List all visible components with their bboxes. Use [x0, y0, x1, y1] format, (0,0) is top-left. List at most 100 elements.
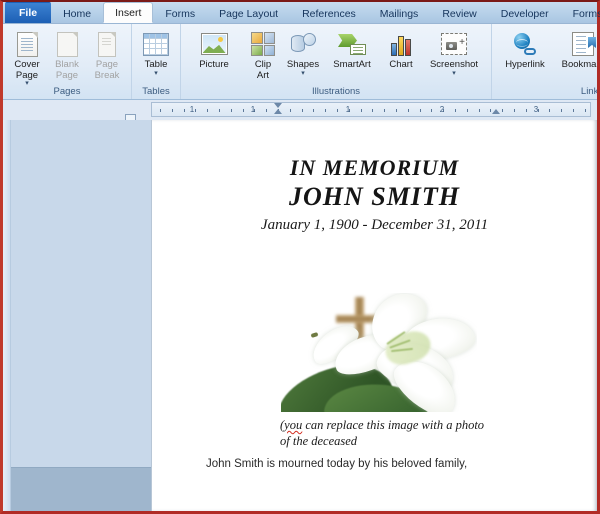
chevron-down-icon[interactable]: ▾ — [452, 70, 456, 77]
ruler-tick — [584, 109, 586, 112]
ruler-tick — [289, 109, 291, 112]
ruler-tick — [419, 109, 421, 112]
ruler-tick — [396, 109, 397, 112]
document-title-name: JOHN SMITH — [288, 182, 461, 211]
tab-forms[interactable]: Forms — [153, 3, 207, 23]
image-caption: (you can replace this image with a photo… — [280, 417, 490, 449]
ruler-tick — [160, 109, 161, 112]
blank-page-button[interactable]: Blank Page — [47, 27, 87, 81]
bookmark-icon — [572, 29, 596, 59]
caption-text: can replace this image with a photo of t… — [280, 418, 485, 448]
tab-page-layout[interactable]: Page Layout — [207, 3, 290, 23]
ruler-area: 1 1 1 2 3 4 — [3, 100, 597, 121]
group-label-illustrations: Illustrations — [311, 86, 361, 97]
tab-forms-2[interactable]: Forms — [561, 3, 600, 23]
table-label: Table — [144, 59, 168, 70]
tab-references[interactable]: References — [290, 3, 368, 23]
chevron-down-icon[interactable]: ▾ — [154, 70, 158, 77]
document-dates: January 1, 1900 - December 31, 2011 — [260, 217, 489, 233]
chart-label: Chart — [389, 59, 413, 70]
shapes-button[interactable]: Shapes ▾ — [283, 27, 323, 77]
blank-page-icon — [56, 29, 78, 59]
ruler-tick — [242, 109, 244, 112]
ruler-tick — [525, 109, 527, 112]
smartart-button[interactable]: SmartArt — [323, 27, 381, 71]
ruler-tick — [372, 109, 374, 112]
left-gutter-panel — [3, 120, 151, 511]
ribbon-group-links: Hyperlink Bookmark Cross-refere — [492, 24, 597, 99]
ruler-tick — [431, 109, 433, 112]
ribbon: Cover Page ▾ Blank Page Page Break Pages — [3, 24, 597, 100]
ruler-tick — [573, 109, 574, 112]
ruler-tick — [561, 109, 563, 112]
first-line-indent-marker[interactable] — [274, 103, 283, 116]
vertical-scrollbar[interactable] — [3, 120, 11, 511]
cover-page-icon — [16, 29, 38, 59]
document-workspace: IN MEMORIUM JOHN SMITH January 1, 1900 -… — [3, 120, 597, 511]
shapes-label: Shapes — [286, 59, 320, 70]
document-page[interactable]: IN MEMORIUM JOHN SMITH January 1, 1900 -… — [151, 120, 597, 511]
ruler-number-4: 2 — [439, 105, 445, 114]
smartart-icon — [338, 29, 366, 59]
right-indent-marker[interactable] — [492, 107, 501, 116]
table-icon — [143, 29, 169, 59]
chevron-down-icon[interactable]: ▾ — [301, 70, 305, 77]
page-break-button[interactable]: Page Break — [87, 27, 127, 81]
ruler-tick — [360, 109, 362, 112]
ruler-tick-marks — [152, 103, 590, 116]
tab-mailings[interactable]: Mailings — [368, 3, 431, 23]
ribbon-group-illustrations: Picture Clip Art Shapes ▾ SmartArt Chart… — [181, 24, 492, 99]
picture-label: Picture — [199, 59, 229, 70]
ruler-tick — [478, 109, 480, 112]
screenshot-button[interactable]: + Screenshot ▾ — [421, 27, 487, 77]
shapes-icon — [290, 29, 316, 59]
lily-cross-photo[interactable] — [281, 293, 477, 412]
ruler-tick — [502, 109, 504, 112]
ribbon-group-pages: Cover Page ▾ Blank Page Page Break Pages — [3, 24, 132, 99]
tab-developer[interactable]: Developer — [489, 3, 561, 23]
tab-home[interactable]: Home — [51, 3, 103, 23]
ruler-tick — [455, 109, 456, 112]
lily-anther — [310, 332, 319, 338]
ruler-number-5: 3 — [533, 105, 539, 114]
smartart-label: SmartArt — [333, 59, 371, 70]
group-label-tables: Tables — [142, 86, 170, 97]
hyperlink-button[interactable]: Hyperlink — [496, 27, 554, 71]
document-body-paragraph: John Smith is mourned today by his belov… — [206, 458, 468, 470]
ruler-tick — [230, 109, 232, 112]
screenshot-icon: + — [441, 29, 467, 59]
group-label-links: Links — [580, 86, 597, 97]
ruler-tick — [325, 109, 327, 112]
misspelled-word: you — [284, 418, 303, 432]
gutter-bottom-panel — [11, 467, 151, 511]
tab-review[interactable]: Review — [430, 3, 488, 23]
chart-button[interactable]: Chart — [381, 27, 421, 71]
blank-page-label: Blank Page — [55, 59, 79, 81]
chart-icon — [389, 29, 413, 59]
table-button[interactable]: Table ▾ — [136, 27, 176, 77]
picture-icon — [200, 29, 228, 59]
ruler-tick — [466, 109, 468, 112]
ruler-tick — [337, 109, 338, 112]
ruler-tick — [301, 109, 303, 112]
ribbon-tab-strip: File Home Insert Forms Page Layout Refer… — [3, 2, 600, 24]
ruler-tick — [549, 109, 551, 112]
group-label-pages: Pages — [53, 86, 81, 97]
ruler-number-1: 1 — [189, 105, 195, 114]
ruler-tick — [207, 109, 209, 112]
ruler-tick — [313, 109, 315, 112]
tab-insert[interactable]: Insert — [103, 2, 154, 23]
bookmark-button[interactable]: Bookmark — [554, 27, 597, 71]
picture-button[interactable]: Picture — [185, 27, 243, 71]
ruler-tick — [266, 109, 268, 112]
hyperlink-label: Hyperlink — [505, 59, 545, 70]
clip-art-label: Clip Art — [254, 59, 272, 81]
document-title-memorium: IN MEMORIUM — [289, 155, 460, 180]
tab-file[interactable]: File — [5, 2, 52, 23]
ruler-tick — [407, 109, 409, 112]
bookmark-label: Bookmark — [561, 59, 597, 70]
cover-page-button[interactable]: Cover Page ▾ — [7, 27, 47, 87]
ruler-tick — [219, 109, 220, 112]
clip-art-button[interactable]: Clip Art — [243, 27, 283, 81]
horizontal-ruler[interactable]: 1 1 1 2 3 4 — [151, 102, 591, 117]
